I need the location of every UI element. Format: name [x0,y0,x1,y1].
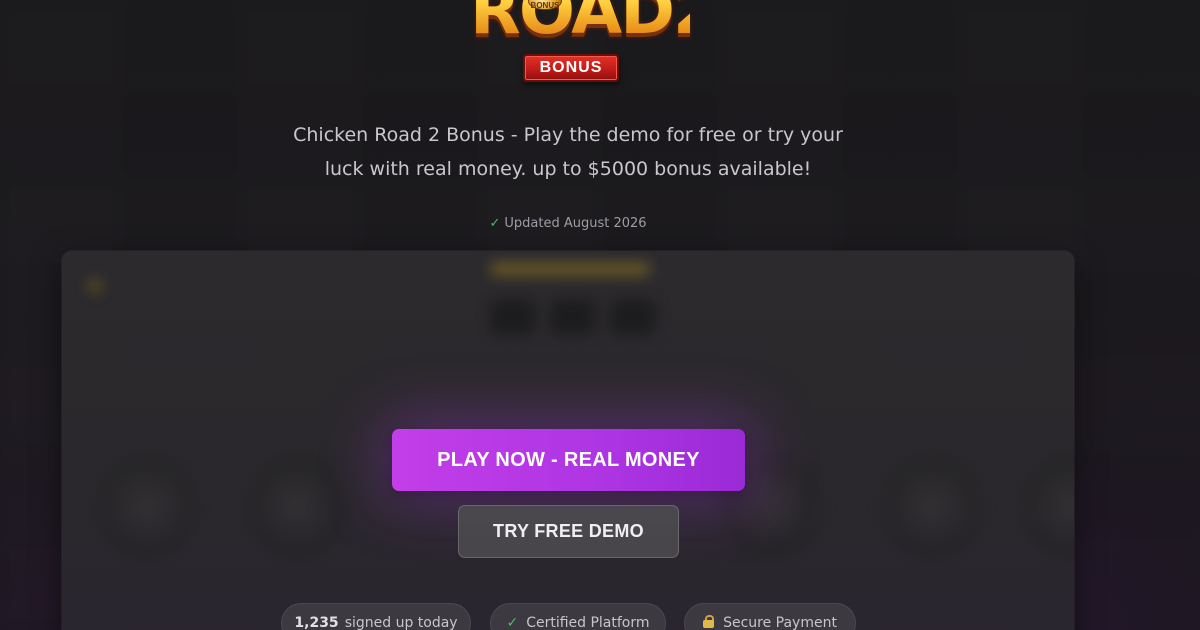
preview-lane-tile [882,451,982,561]
lock-icon [703,615,715,628]
preview-shape [490,299,536,335]
updated-note: ✓ Updated August 2026 [400,214,736,234]
play-real-money-button[interactable]: PLAY NOW - REAL MONEY [392,429,745,491]
preview-lane-tile [1022,451,1074,561]
game-logo: ROAD2 BONUS BONUS [470,0,719,88]
secure-payment-badge: Secure Payment [684,603,856,630]
tagline-line-1: Chicken Road 2 Bonus - Play the demo for… [293,124,843,146]
secure-text: Secure Payment [723,615,837,630]
try-free-demo-button[interactable]: TRY FREE DEMO [458,505,679,558]
preview-shape [610,299,656,335]
signed-up-count: 1,235 [294,615,339,630]
logo-wordmark: ROAD2 [470,0,719,52]
logo-bonus-badge: BONUS [523,54,619,82]
preview-lane-tile [97,451,197,561]
hero-tagline: Chicken Road 2 Bonus - Play the demo for… [270,118,866,186]
page: ROAD2 BONUS BONUS Chicken Road 2 Bonus -… [0,0,1200,630]
preview-coin-shape [88,279,102,293]
signed-up-text: signed up today [344,615,458,630]
updated-text: Updated August 2026 [504,216,647,231]
signed-up-badge: 1,235 signed up today [281,603,471,630]
logo-badge-text: BONUS [539,59,603,76]
check-icon: ✓ [489,216,501,231]
certified-text: Certified Platform [526,615,650,630]
tagline-line-2: luck with real money. up to $5000 bonus … [324,158,812,180]
preview-shape [550,299,596,335]
logo-coin-icon: BONUS [528,0,562,10]
preview-title-bar [490,263,650,275]
logo-coin-text: BONUS [530,1,560,10]
check-icon: ✓ [506,615,519,630]
preview-lane-tile [247,451,347,561]
certified-platform-badge: ✓ Certified Platform [490,603,666,630]
